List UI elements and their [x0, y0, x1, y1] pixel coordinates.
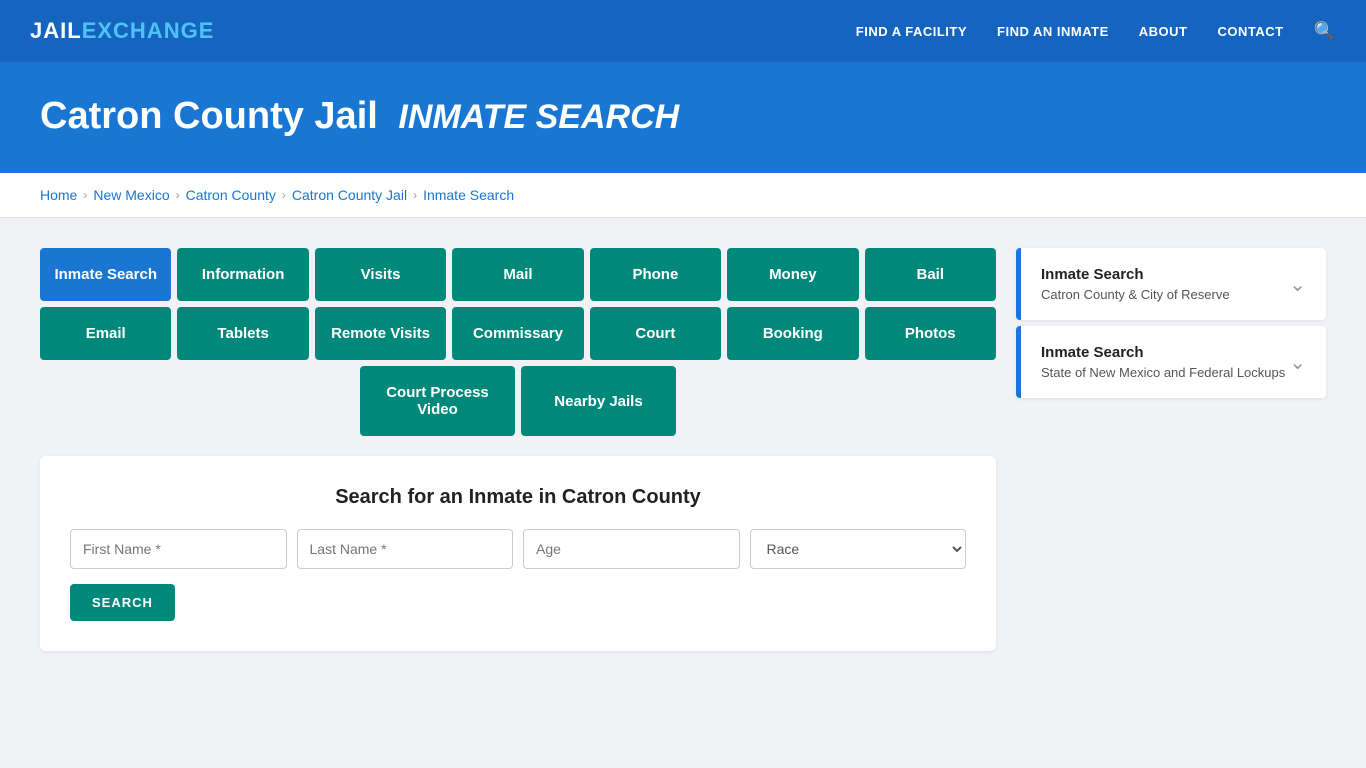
- page-title: Catron County Jail INMATE SEARCH: [40, 95, 1326, 138]
- breadcrumb-catron-county-jail[interactable]: Catron County Jail: [292, 187, 407, 203]
- btn-court-process-video[interactable]: Court Process Video: [360, 366, 515, 436]
- btn-email[interactable]: Email: [40, 307, 171, 360]
- nav-about[interactable]: ABOUT: [1139, 24, 1188, 39]
- nav-row-1: Inmate Search Information Visits Mail Ph…: [40, 248, 996, 301]
- search-card: Search for an Inmate in Catron County Ra…: [40, 456, 996, 651]
- right-card-catron[interactable]: Inmate Search Catron County & City of Re…: [1016, 248, 1326, 320]
- nav-links: FIND A FACILITY FIND AN INMATE ABOUT CON…: [856, 21, 1336, 42]
- nav-row-2: Email Tablets Remote Visits Commissary C…: [40, 307, 996, 360]
- nav-find-inmate[interactable]: FIND AN INMATE: [997, 24, 1109, 39]
- btn-inmate-search[interactable]: Inmate Search: [40, 248, 171, 301]
- btn-visits[interactable]: Visits: [315, 248, 446, 301]
- btn-booking[interactable]: Booking: [727, 307, 858, 360]
- btn-tablets[interactable]: Tablets: [177, 307, 308, 360]
- search-icon[interactable]: 🔍: [1314, 21, 1336, 42]
- race-select[interactable]: Race White Black Hispanic Asian Other: [750, 529, 967, 569]
- search-title: Search for an Inmate in Catron County: [70, 486, 966, 509]
- last-name-input[interactable]: [297, 529, 514, 569]
- nav-buttons: Inmate Search Information Visits Mail Ph…: [40, 248, 996, 436]
- search-form-row-1: Race White Black Hispanic Asian Other: [70, 529, 966, 569]
- right-card-nm-text: Inmate Search State of New Mexico and Fe…: [1041, 344, 1285, 380]
- hero-title-main: Catron County Jail: [40, 95, 378, 137]
- chevron-down-icon: ⌄: [1289, 272, 1306, 297]
- btn-bail[interactable]: Bail: [865, 248, 996, 301]
- btn-photos[interactable]: Photos: [865, 307, 996, 360]
- nav-row-3: Court Process Video Nearby Jails: [40, 366, 996, 436]
- right-panel: Inmate Search Catron County & City of Re…: [1016, 248, 1326, 402]
- right-card-catron-title: Inmate Search: [1041, 266, 1230, 283]
- right-card-nm[interactable]: Inmate Search State of New Mexico and Fe…: [1016, 326, 1326, 398]
- first-name-input[interactable]: [70, 529, 287, 569]
- btn-information[interactable]: Information: [177, 248, 308, 301]
- hero-title-sub: INMATE SEARCH: [398, 98, 679, 136]
- breadcrumb-new-mexico[interactable]: New Mexico: [93, 187, 169, 203]
- main-content: Inmate Search Information Visits Mail Ph…: [0, 218, 1366, 681]
- breadcrumb-current: Inmate Search: [423, 187, 514, 203]
- logo-exchange: EXCHANGE: [82, 18, 215, 44]
- chevron-down-icon-2: ⌄: [1289, 350, 1306, 375]
- btn-phone[interactable]: Phone: [590, 248, 721, 301]
- btn-money[interactable]: Money: [727, 248, 858, 301]
- site-logo[interactable]: JAIL EXCHANGE: [30, 18, 214, 44]
- right-card-nm-title: Inmate Search: [1041, 344, 1285, 361]
- nav-contact[interactable]: CONTACT: [1217, 24, 1283, 39]
- age-input[interactable]: [523, 529, 740, 569]
- nav-find-facility[interactable]: FIND A FACILITY: [856, 24, 967, 39]
- separator-4: ›: [413, 188, 417, 202]
- left-panel: Inmate Search Information Visits Mail Ph…: [40, 248, 996, 651]
- right-card-catron-text: Inmate Search Catron County & City of Re…: [1041, 266, 1230, 302]
- separator-2: ›: [176, 188, 180, 202]
- btn-mail[interactable]: Mail: [452, 248, 583, 301]
- separator-1: ›: [83, 188, 87, 202]
- breadcrumb-catron-county[interactable]: Catron County: [186, 187, 276, 203]
- btn-commissary[interactable]: Commissary: [452, 307, 583, 360]
- btn-remote-visits[interactable]: Remote Visits: [315, 307, 446, 360]
- hero-section: Catron County Jail INMATE SEARCH: [0, 65, 1366, 173]
- btn-court[interactable]: Court: [590, 307, 721, 360]
- separator-3: ›: [282, 188, 286, 202]
- breadcrumb: Home › New Mexico › Catron County › Catr…: [0, 173, 1366, 218]
- right-card-nm-subtitle: State of New Mexico and Federal Lockups: [1041, 365, 1285, 380]
- navbar: JAIL EXCHANGE FIND A FACILITY FIND AN IN…: [0, 0, 1366, 65]
- right-card-catron-subtitle: Catron County & City of Reserve: [1041, 287, 1230, 302]
- btn-nearby-jails[interactable]: Nearby Jails: [521, 366, 676, 436]
- search-button[interactable]: SEARCH: [70, 584, 175, 621]
- breadcrumb-home[interactable]: Home: [40, 187, 77, 203]
- logo-jail: JAIL: [30, 18, 82, 44]
